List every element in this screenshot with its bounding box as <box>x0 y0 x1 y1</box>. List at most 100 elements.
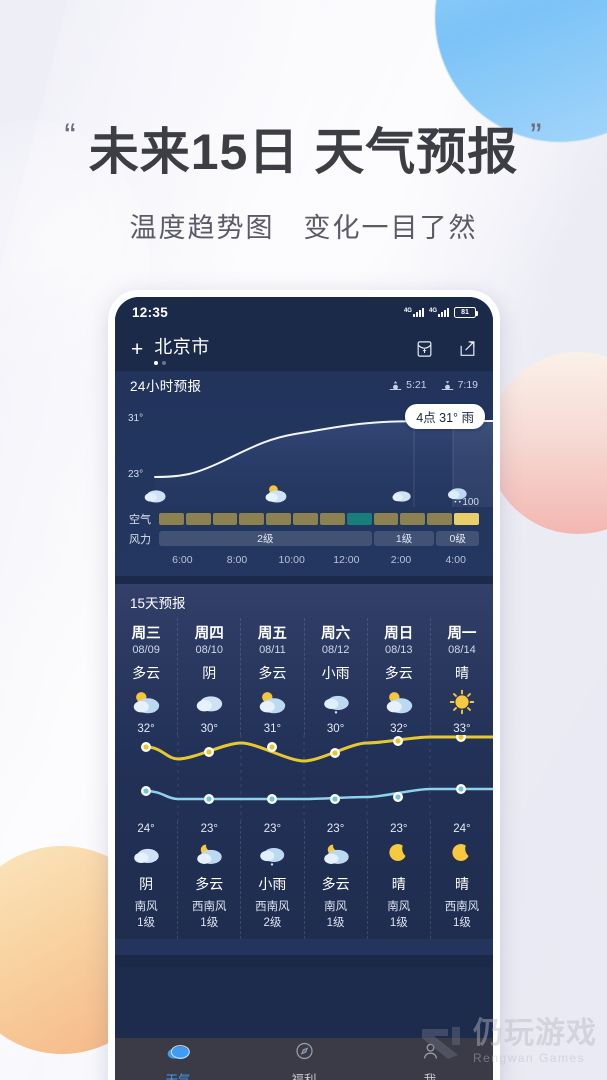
wind-direction: 南风 <box>134 901 158 913</box>
phone-screen: 12:35 4G 4G 81 + 北京市 24小时预报 5:21 7:19 31… <box>115 297 493 1080</box>
nav-label-profile: 我 <box>423 1072 437 1080</box>
daily-title: 15天预报 <box>130 596 186 611</box>
axis-tick: 4:00 <box>445 554 466 566</box>
daily-column-night[interactable]: 23° 晴 南风 1级 <box>368 821 431 940</box>
daily-column[interactable]: 周日 08/13 多云 32° <box>368 618 431 735</box>
daily-top-grid: 周三 08/09 多云 32° 周四 08/10 阴 30° 周五 08/11 … <box>115 618 493 735</box>
day-week: 周六 <box>321 626 351 642</box>
day-condition: 多云 <box>384 665 413 681</box>
promo-subheadline: 温度趋势图 变化一目了然 <box>129 213 478 243</box>
daily-column-night[interactable]: 23° 小雨 西南风 2级 <box>241 821 305 940</box>
sun-icon <box>431 685 493 719</box>
day-high: 30° <box>200 723 218 735</box>
quote-close: ” <box>530 116 543 155</box>
day-date: 08/11 <box>259 644 286 656</box>
wind-info: 南风 1级 <box>305 900 367 931</box>
daily-column-night[interactable]: 24° 晴 西南风 1级 <box>431 821 493 939</box>
sunrise-icon <box>389 380 402 390</box>
day-high: 33° <box>453 723 471 735</box>
hour-icon-partly-cloudy <box>263 481 289 505</box>
watermark: 仍玩游戏 Rengwan Games <box>418 1019 597 1064</box>
day-date: 08/10 <box>195 644 224 656</box>
promo-headline: “ 未来15日 天气预报 ” <box>0 112 607 184</box>
day-week: 周三 <box>131 626 161 642</box>
wind-info: 西南风 1级 <box>431 900 493 931</box>
nav-item-benefits[interactable]: 福利 <box>241 1041 367 1080</box>
day-week: 周日 <box>384 626 414 642</box>
day-date: 08/12 <box>321 644 350 656</box>
header-left: + 北京市 <box>131 333 210 365</box>
night-condition: 多云 <box>195 876 224 892</box>
day-condition: 阴 <box>202 665 217 681</box>
moon-icon <box>431 838 493 872</box>
air-wind-bars: 空气 100 风力 2级 1级 0级 <box>115 497 493 547</box>
air-label: 空气 <box>129 513 151 526</box>
night-condition: 晴 <box>454 876 469 892</box>
temperature-trend-chart[interactable] <box>115 735 493 821</box>
daily-column[interactable]: 周六 08/12 小雨 30° <box>305 618 368 735</box>
wind-level: 2级 <box>263 916 282 929</box>
content-tail-bar <box>115 939 493 956</box>
hourly-title: 24小时预报 <box>130 379 202 394</box>
promo-headline-text: 未来15日 天气预报 <box>88 124 519 180</box>
night-condition: 阴 <box>139 876 154 892</box>
quote-open: “ <box>64 116 77 155</box>
daily-column[interactable]: 周一 08/14 晴 33° <box>431 618 493 735</box>
app-header: + 北京市 <box>115 327 493 371</box>
light-rain-icon <box>241 838 303 872</box>
air-max-label: 100 <box>462 497 479 508</box>
wind-level: 1级 <box>200 916 219 929</box>
cloud-icon <box>165 1041 192 1066</box>
hourly-weather-icons <box>115 479 493 505</box>
battery-level: 81 <box>461 308 469 316</box>
day-condition: 小雨 <box>321 665 350 681</box>
wind-row[interactable]: 风力 2级 1级 0级 <box>129 530 479 547</box>
daily-column[interactable]: 周三 08/09 多云 32° <box>115 618 179 735</box>
day-condition: 多云 <box>132 665 161 681</box>
red-packet-icon[interactable] <box>415 339 434 359</box>
daily-column[interactable]: 周四 08/10 阴 30° <box>178 618 242 735</box>
phone-mockup: 12:35 4G 4G 81 + 北京市 24小时预报 5:21 7:19 31… <box>108 290 500 1080</box>
trend-chart-svg <box>141 735 493 821</box>
daily-column[interactable]: 周五 08/11 多云 31° <box>241 618 305 735</box>
day-low: 23° <box>390 823 408 835</box>
wind-direction: 西南风 <box>192 901 227 913</box>
air-quality-row[interactable]: 空气 100 <box>129 497 479 527</box>
partly-cloudy-icon <box>115 685 177 719</box>
city-page-dots <box>154 361 210 365</box>
hourly-time-axis: 6:00 8:00 10:00 12:00 2:00 4:00 <box>115 550 493 574</box>
wind-label: 风力 <box>129 533 151 546</box>
daily-column-night[interactable]: 24° 阴 南风 1级 <box>115 821 179 940</box>
daily-column-night[interactable]: 23° 多云 西南风 1级 <box>178 821 242 940</box>
day-low: 23° <box>326 823 345 835</box>
hourly-y-high: 31° <box>128 413 144 424</box>
wind-info: 南风 1级 <box>368 900 430 931</box>
day-high: 32° <box>137 723 155 735</box>
day-week: 周一 <box>447 626 477 642</box>
day-date: 08/14 <box>448 644 476 656</box>
watermark-logo-icon <box>418 1021 466 1063</box>
hourly-temperature-chart[interactable]: 31° 23° 4点 31° 雨 <box>115 399 493 507</box>
city-selector[interactable]: 北京市 <box>154 333 210 365</box>
daily-column-night[interactable]: 23° 多云 南风 1级 <box>305 821 368 940</box>
hourly-forecast-section: 24小时预报 5:21 7:19 31° 23° 4点 31° 雨 空气 100… <box>115 371 493 576</box>
status-bar-indicators: 4G 4G 81 <box>404 306 478 318</box>
wind-segment: 1级 <box>373 531 435 546</box>
night-condition: 小雨 <box>258 876 287 892</box>
hourly-header: 24小时预报 5:21 7:19 <box>115 371 493 399</box>
share-icon[interactable] <box>458 339 477 359</box>
wind-info: 西南风 2级 <box>241 900 303 931</box>
wind-direction: 南风 <box>387 901 411 913</box>
day-date: 08/09 <box>132 644 160 656</box>
wind-direction: 南风 <box>324 901 348 913</box>
wind-level: 1级 <box>326 916 345 929</box>
axis-tick: 12:00 <box>333 554 360 566</box>
compass-icon <box>294 1041 315 1066</box>
day-low: 24° <box>137 823 155 835</box>
sun-times: 5:21 7:19 <box>389 379 478 391</box>
signal-icon-sim1: 4G <box>404 307 424 317</box>
signal-icon-sim2: 4G <box>429 307 449 317</box>
add-city-button[interactable]: + <box>131 339 143 360</box>
sunset-icon <box>441 380 453 390</box>
nav-item-weather[interactable]: 天气 <box>115 1041 241 1080</box>
